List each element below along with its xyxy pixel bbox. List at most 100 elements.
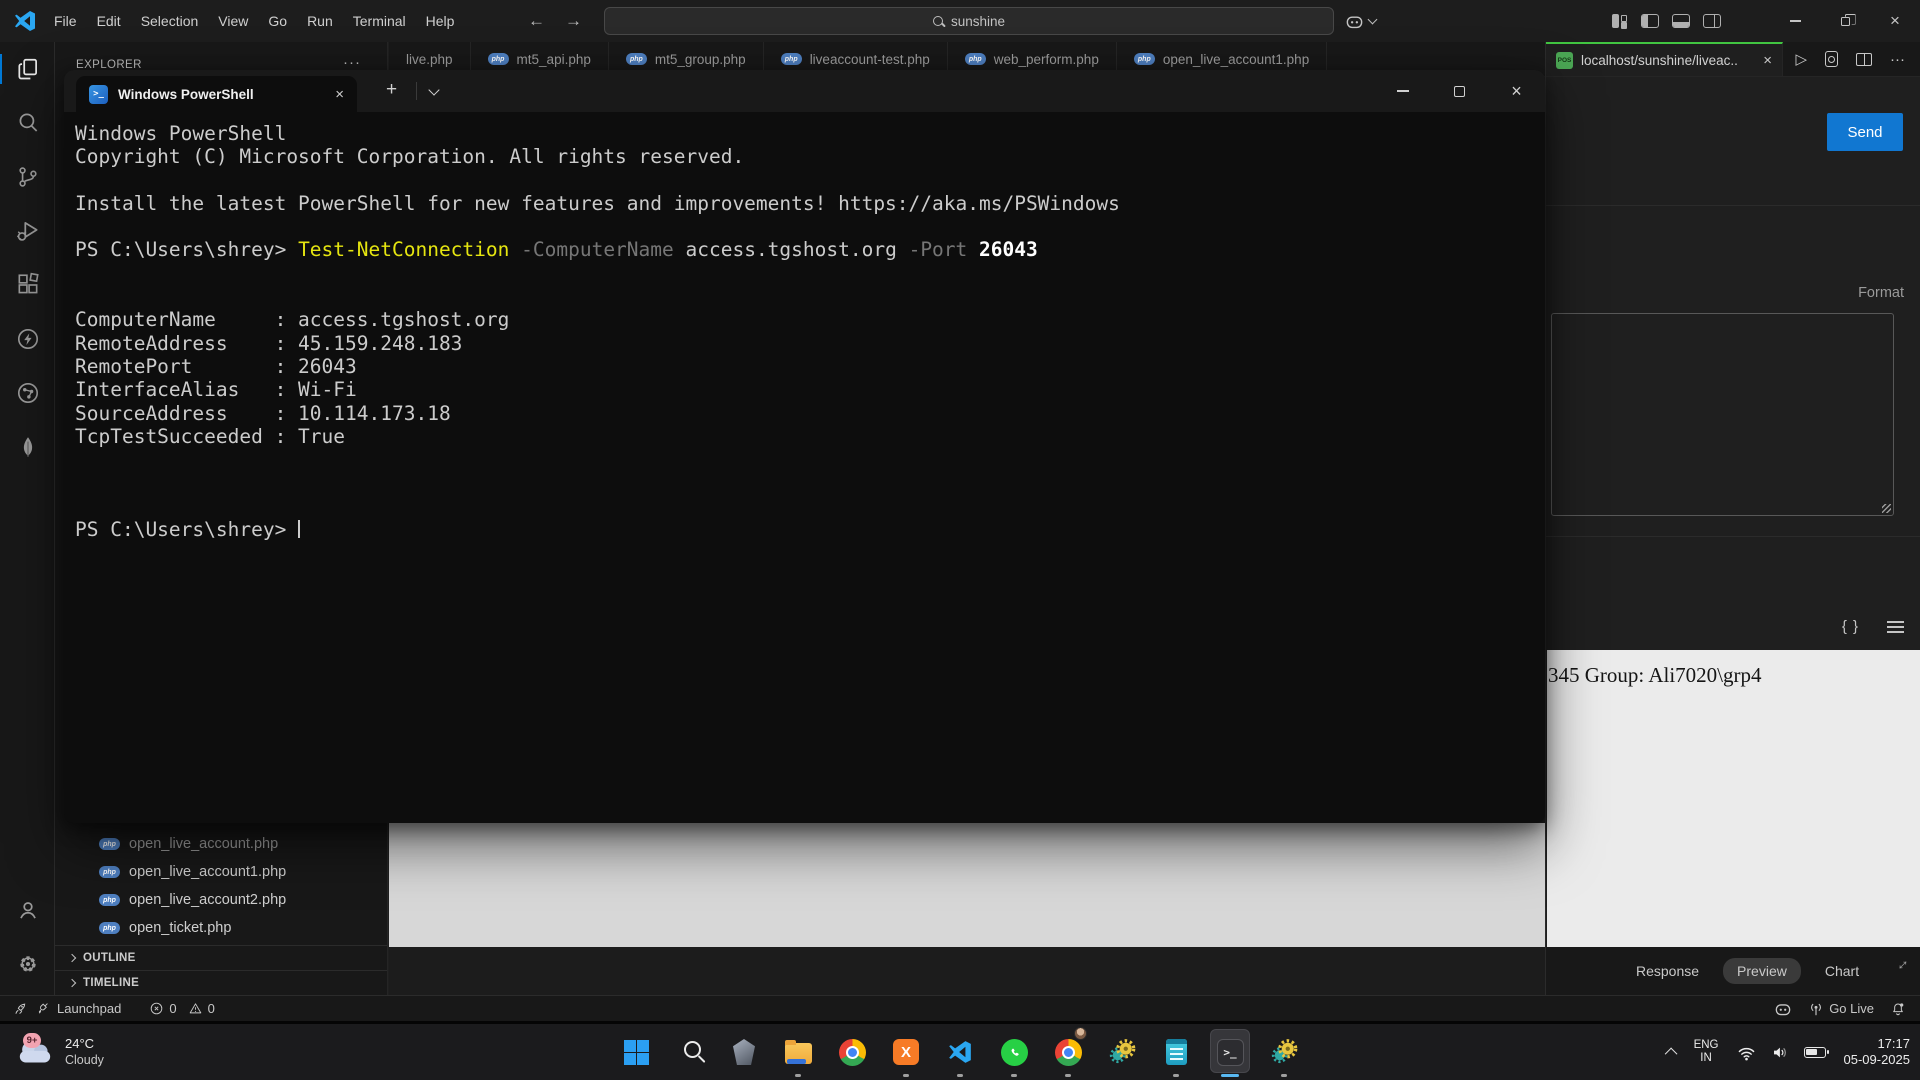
gears2-icon [1286, 1047, 1290, 1051]
go-live-item[interactable]: Go Live [1808, 1001, 1874, 1016]
file-item[interactable]: phpopen_ticket.php [55, 914, 387, 942]
more-actions-icon[interactable]: ··· [1890, 51, 1905, 68]
taskbar-icon-search[interactable] [663, 1024, 717, 1080]
file-item[interactable]: phpopen_live_account1.php [55, 858, 387, 886]
battery-icon[interactable] [1804, 1047, 1826, 1058]
rest-client-tab[interactable]: POS localhost/sunshine/liveac.. × [1546, 42, 1783, 76]
vscode-icon [949, 1041, 971, 1063]
activity-graph[interactable] [0, 366, 55, 420]
taskbar-icon-gem[interactable] [717, 1024, 771, 1080]
customize-layout-icon[interactable] [1612, 14, 1628, 28]
section-timeline[interactable]: TIMELINE [55, 970, 387, 995]
terminal-maximize-button[interactable] [1431, 70, 1488, 112]
taskbar-icon-whatsapp[interactable] [987, 1024, 1041, 1080]
activity-explorer[interactable] [0, 42, 55, 96]
split-editor-icon[interactable] [1856, 53, 1872, 66]
command-search-input[interactable]: sunshine [604, 7, 1334, 35]
speaker-icon[interactable] [1770, 1043, 1791, 1062]
toggle-panel-icon[interactable] [1672, 14, 1690, 28]
terminal-minimize-button[interactable] [1374, 70, 1431, 112]
error-count: 0 [169, 1001, 176, 1016]
explorer-more-actions-icon[interactable]: ··· [343, 54, 361, 71]
menu-file[interactable]: File [44, 8, 87, 34]
running-indicator [1281, 1074, 1287, 1077]
divider [1546, 205, 1920, 206]
taskbar-icon-folder[interactable] [771, 1024, 825, 1080]
weather-condition: Cloudy [65, 1052, 104, 1068]
vscode-restore-button[interactable] [1820, 0, 1870, 42]
vscode-minimize-button[interactable] [1770, 0, 1820, 42]
copilot-menu[interactable] [1345, 0, 1376, 42]
menu-terminal[interactable]: Terminal [343, 8, 416, 34]
activity-thunder-client[interactable] [0, 312, 55, 366]
php-icon: php [99, 866, 120, 878]
problems-item[interactable]: 0 0 [149, 1001, 214, 1016]
vscode-titlebar: FileEditSelectionViewGoRunTerminalHelp ←… [0, 0, 1920, 42]
activity-source-control[interactable] [0, 150, 55, 204]
weather-widget[interactable]: 9+ 24°C Cloudy [14, 1024, 104, 1080]
menu-edit[interactable]: Edit [87, 8, 131, 34]
clock[interactable]: 17:17 05-09-2025 [1839, 1036, 1911, 1068]
menu-view[interactable]: View [208, 8, 258, 34]
taskbar-icon-terminal[interactable] [1203, 1024, 1257, 1080]
wifi-icon[interactable] [1736, 1043, 1757, 1062]
braces-icon[interactable]: { } [1842, 618, 1859, 635]
copilot-status-icon[interactable] [1774, 1002, 1792, 1016]
toggle-secondary-sidebar-icon[interactable] [1703, 14, 1721, 28]
menu-run[interactable]: Run [297, 8, 343, 34]
menu-selection[interactable]: Selection [131, 8, 209, 34]
close-icon[interactable]: × [1763, 52, 1772, 69]
launchpad-label: Launchpad [57, 1001, 121, 1016]
terminal-output[interactable]: Windows PowerShellCopyright (C) Microsof… [64, 112, 1545, 823]
footer-tab-preview[interactable]: Preview [1723, 958, 1801, 984]
toggle-sidebar-icon[interactable] [1641, 14, 1659, 28]
taskbar-icon-windows[interactable] [609, 1024, 663, 1080]
powershell-titlebar[interactable]: >_ Windows PowerShell × + × [64, 70, 1545, 112]
activity-mongodb[interactable] [0, 420, 55, 474]
expand-icon[interactable]: ↔ [1890, 952, 1914, 976]
menu-lines-icon[interactable] [1887, 621, 1904, 623]
menu-go[interactable]: Go [258, 8, 297, 34]
activity-extensions[interactable] [0, 258, 55, 312]
error-icon [149, 1001, 164, 1016]
request-body-textarea[interactable] [1551, 313, 1894, 516]
chrome-icon [839, 1039, 866, 1066]
file-item[interactable]: phpopen_live_account2.php [55, 886, 387, 914]
powershell-tab[interactable]: >_ Windows PowerShell × [76, 76, 357, 112]
language-indicator[interactable]: ENG IN [1690, 1039, 1723, 1065]
menu-help[interactable]: Help [416, 8, 465, 34]
section-label: TIMELINE [83, 977, 139, 989]
footer-tab-chart[interactable]: Chart [1811, 958, 1873, 984]
forward-arrow-icon[interactable]: → [565, 11, 582, 31]
activity-run-debug[interactable] [0, 204, 55, 258]
activity-settings[interactable] [0, 937, 55, 991]
new-tab-icon[interactable]: + [386, 79, 397, 101]
back-arrow-icon[interactable]: ← [528, 11, 545, 31]
open-in-device-icon[interactable] [1825, 51, 1838, 67]
section-outline[interactable]: OUTLINE [55, 945, 387, 970]
send-button[interactable]: Send [1827, 113, 1903, 151]
activity-search[interactable] [0, 96, 55, 150]
tray-overflow-icon[interactable] [1664, 1047, 1677, 1060]
taskbar-icon-chrome[interactable] [825, 1024, 879, 1080]
terminal-close-button[interactable]: × [1488, 70, 1545, 112]
gears-icon [1108, 1038, 1136, 1066]
activity-account[interactable] [0, 883, 55, 937]
vscode-close-button[interactable]: × [1870, 0, 1920, 42]
whatsapp-icon [1011, 1048, 1018, 1055]
file-item[interactable]: phpopen_live_account.php [55, 830, 387, 858]
taskbar-icon-gears2[interactable] [1257, 1024, 1311, 1080]
footer-tab-response[interactable]: Response [1622, 958, 1713, 984]
php-icon: php [99, 838, 120, 850]
taskbar-icon-vscode[interactable] [933, 1024, 987, 1080]
taskbar-icon-xampp[interactable] [879, 1024, 933, 1080]
taskbar-icon-notepad[interactable] [1149, 1024, 1203, 1080]
run-icon[interactable]: ▷ [1795, 50, 1807, 68]
taskbar-icon-chrome-profile[interactable] [1041, 1024, 1095, 1080]
tab-dropdown-icon[interactable] [428, 84, 439, 95]
launchpad-item[interactable]: Launchpad [12, 1001, 121, 1017]
bell-icon[interactable] [1890, 1001, 1906, 1017]
tab-close-icon[interactable]: × [335, 86, 344, 103]
tab-label: mt5_api.php [517, 52, 591, 67]
taskbar-icon-gears[interactable] [1095, 1024, 1149, 1080]
